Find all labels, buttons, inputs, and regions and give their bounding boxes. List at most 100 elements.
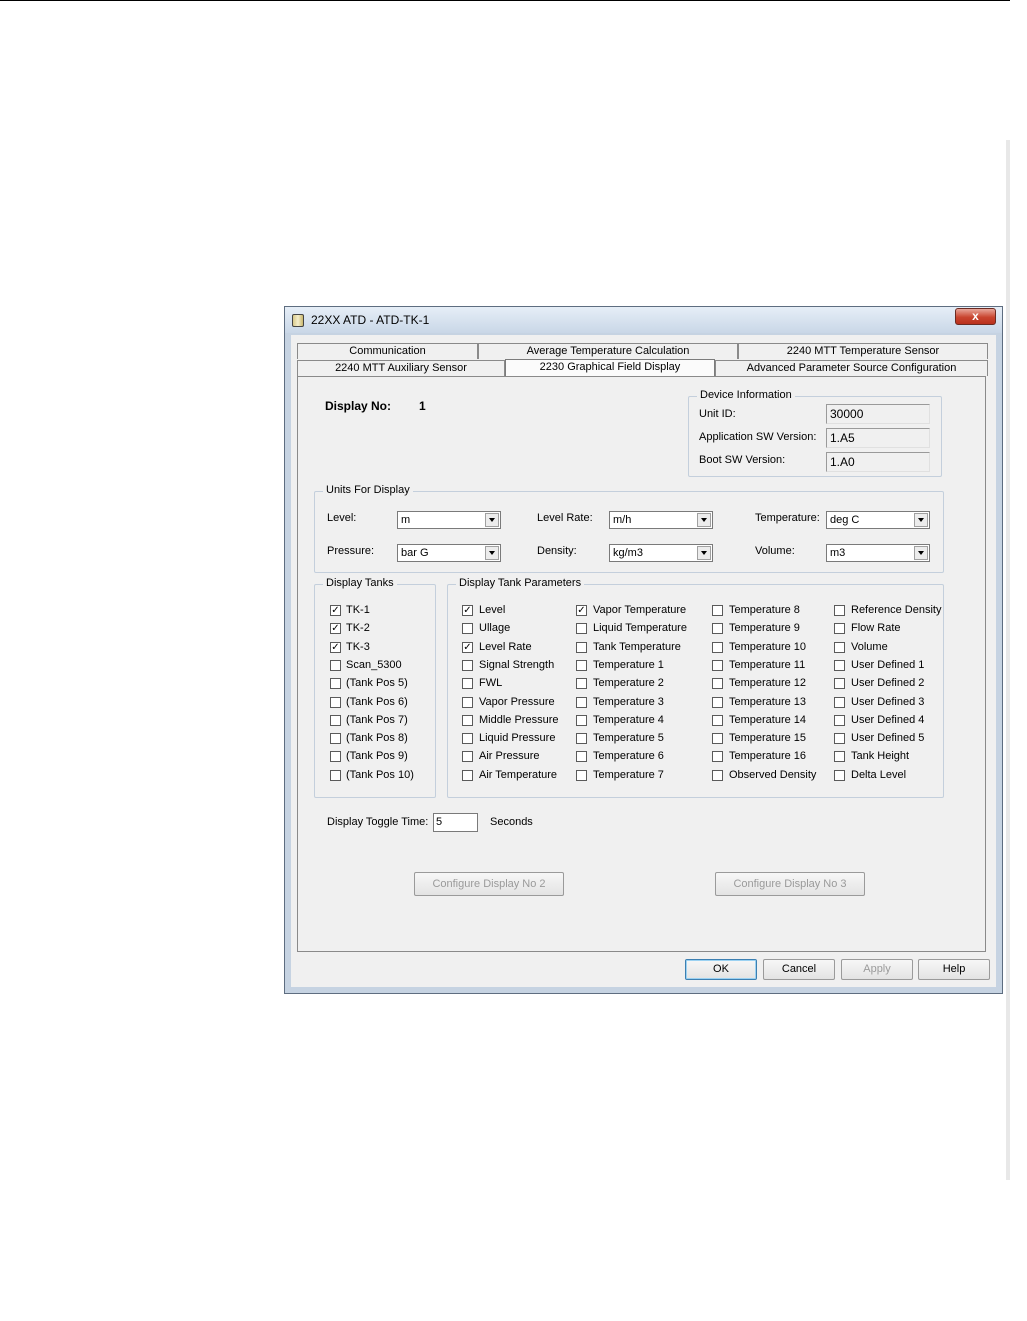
param-col4-item-checkbox[interactable] [834,751,845,763]
param-col1-item-label[interactable]: Level Rate [479,641,532,653]
tank-item-label[interactable]: TK-3 [346,641,370,653]
param-col1-item-label[interactable]: Liquid Pressure [479,732,555,744]
param-col1-item-checkbox[interactable]: ✓ [462,605,473,616]
param-col1-item-label[interactable]: FWL [479,677,502,689]
param-col4-item-label[interactable]: Reference Density [851,604,942,616]
temperature-unit-select[interactable]: deg C [826,511,930,529]
tank-item-label[interactable]: TK-1 [346,604,370,616]
tank-item-label[interactable]: TK-2 [346,622,370,634]
tab-advanced-parameter-source-configuration[interactable]: Advanced Parameter Source Configuration [715,360,988,376]
param-col2-item-checkbox[interactable] [576,678,587,690]
param-col2-item-checkbox[interactable] [576,733,587,745]
param-col1-item-checkbox[interactable] [462,623,473,635]
param-col2-item-checkbox[interactable] [576,623,587,635]
tank-item-label[interactable]: (Tank Pos 5) [346,677,408,689]
tank-item-checkbox[interactable]: ✓ [330,605,341,616]
help-button[interactable]: Help [918,959,990,980]
tank-item-label[interactable]: (Tank Pos 10) [346,769,414,781]
param-col4-item-label[interactable]: User Defined 1 [851,659,924,671]
tank-item-label[interactable]: Scan_5300 [346,659,402,671]
param-col3-item-label[interactable]: Observed Density [729,769,816,781]
tank-item-checkbox[interactable] [330,751,341,763]
tank-item-label[interactable]: (Tank Pos 8) [346,732,408,744]
tank-item-checkbox[interactable]: ✓ [330,623,341,635]
param-col4-item-label[interactable]: Delta Level [851,769,906,781]
ok-button[interactable]: OK [685,959,757,980]
param-col3-item-label[interactable]: Temperature 13 [729,696,806,708]
apply-button[interactable]: Apply [841,959,913,980]
chevron-down-icon[interactable] [914,546,928,560]
param-col4-item-checkbox[interactable] [834,605,845,616]
tank-item-checkbox[interactable]: ✓ [330,641,341,653]
param-col4-item-checkbox[interactable] [834,623,845,635]
tank-item-checkbox[interactable] [330,659,341,671]
tab-2230-graphical-field-display[interactable]: 2230 Graphical Field Display [505,359,715,377]
param-col3-item-checkbox[interactable] [712,769,723,781]
param-col1-item-label[interactable]: Level [479,604,505,616]
param-col1-item-checkbox[interactable] [462,659,473,671]
tank-item-checkbox[interactable] [330,696,341,708]
title-bar[interactable]: 22XX ATD - ATD-TK-1 x [285,307,1002,333]
configure-display-2-button[interactable]: Configure Display No 2 [414,872,564,896]
chevron-down-icon[interactable] [697,546,711,560]
param-col4-item-label[interactable]: User Defined 5 [851,732,924,744]
level-rate-unit-select[interactable]: m/h [609,511,713,529]
param-col4-item-label[interactable]: Volume [851,641,888,653]
param-col1-item-label[interactable]: Vapor Pressure [479,696,555,708]
chevron-down-icon[interactable] [485,513,499,527]
param-col3-item-label[interactable]: Temperature 11 [729,659,805,671]
tank-item-label[interactable]: (Tank Pos 9) [346,750,408,762]
param-col3-item-checkbox[interactable] [712,659,723,671]
param-col2-item-label[interactable]: Liquid Temperature [593,622,687,634]
param-col4-item-checkbox[interactable] [834,678,845,690]
param-col4-item-checkbox[interactable] [834,714,845,726]
param-col3-item-label[interactable]: Temperature 8 [729,604,800,616]
param-col1-item-label[interactable]: Middle Pressure [479,714,558,726]
cancel-button[interactable]: Cancel [763,959,835,980]
configure-display-3-button[interactable]: Configure Display No 3 [715,872,865,896]
tank-item-checkbox[interactable] [330,733,341,745]
level-unit-select[interactable]: m [397,511,501,529]
param-col2-item-checkbox[interactable] [576,659,587,671]
tab-2240-mtt-auxiliary-sensor[interactable]: 2240 MTT Auxiliary Sensor [297,360,505,376]
param-col1-item-checkbox[interactable] [462,733,473,745]
volume-unit-select[interactable]: m3 [826,544,930,562]
tank-item-checkbox[interactable] [330,714,341,726]
param-col3-item-checkbox[interactable] [712,678,723,690]
param-col2-item-label[interactable]: Temperature 4 [593,714,664,726]
tab-2240-mtt-temperature-sensor[interactable]: 2240 MTT Temperature Sensor [738,343,988,359]
param-col2-item-label[interactable]: Temperature 2 [593,677,664,689]
param-col3-item-label[interactable]: Temperature 9 [729,622,800,634]
param-col4-item-checkbox[interactable] [834,769,845,781]
tab-average-temperature-calculation[interactable]: Average Temperature Calculation [478,343,738,359]
param-col1-item-label[interactable]: Air Temperature [479,769,557,781]
param-col3-item-label[interactable]: Temperature 16 [729,750,806,762]
param-col2-item-label[interactable]: Temperature 6 [593,750,664,762]
tank-item-checkbox[interactable] [330,769,341,781]
param-col3-item-checkbox[interactable] [712,623,723,635]
param-col3-item-checkbox[interactable] [712,751,723,763]
param-col2-item-checkbox[interactable] [576,696,587,708]
param-col2-item-checkbox[interactable] [576,641,587,653]
chevron-down-icon[interactable] [914,513,928,527]
display-toggle-time-input[interactable]: 5 [433,813,478,832]
close-button[interactable]: x [955,308,996,325]
param-col2-item-label[interactable]: Temperature 1 [593,659,664,671]
param-col4-item-label[interactable]: Flow Rate [851,622,901,634]
param-col1-item-label[interactable]: Signal Strength [479,659,554,671]
param-col4-item-checkbox[interactable] [834,659,845,671]
tank-item-checkbox[interactable] [330,678,341,690]
chevron-down-icon[interactable] [697,513,711,527]
param-col3-item-checkbox[interactable] [712,714,723,726]
tank-item-label[interactable]: (Tank Pos 7) [346,714,408,726]
param-col2-item-label[interactable]: Tank Temperature [593,641,681,653]
param-col1-item-checkbox[interactable] [462,678,473,690]
param-col2-item-label[interactable]: Temperature 7 [593,769,664,781]
param-col1-item-checkbox[interactable]: ✓ [462,641,473,653]
param-col3-item-checkbox[interactable] [712,605,723,616]
density-unit-select[interactable]: kg/m3 [609,544,713,562]
param-col4-item-checkbox[interactable] [834,733,845,745]
param-col3-item-label[interactable]: Temperature 10 [729,641,806,653]
pressure-unit-select[interactable]: bar G [397,544,501,562]
param-col4-item-label[interactable]: Tank Height [851,750,909,762]
